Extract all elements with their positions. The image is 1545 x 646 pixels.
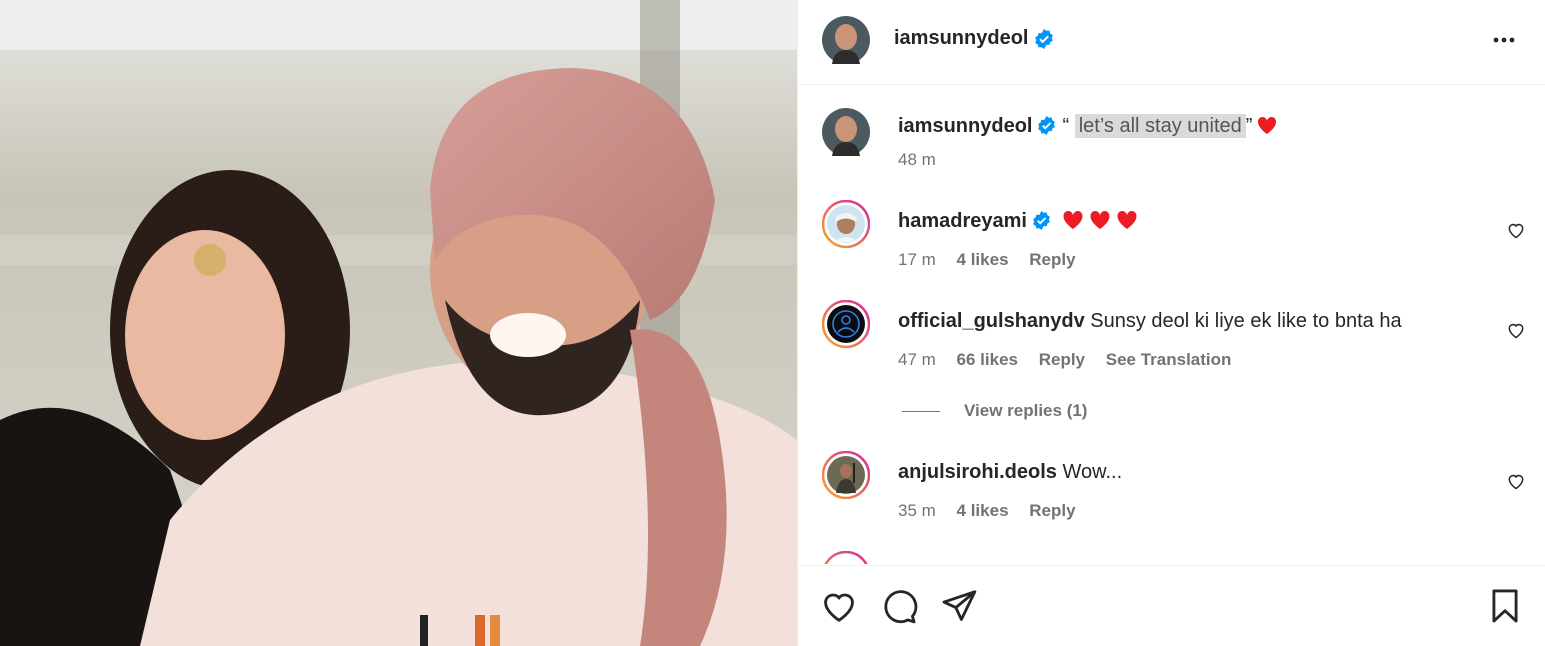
- caption-text: let’s all stay united: [1074, 114, 1246, 138]
- comment-username[interactable]: anjulsirohi.deols: [898, 461, 1057, 483]
- comment-time[interactable]: 17 m: [898, 250, 936, 269]
- heart-outline-icon[interactable]: [1506, 471, 1526, 491]
- view-replies-label: View replies (1): [964, 401, 1088, 420]
- caption-open-quote: “: [1062, 115, 1070, 137]
- comment-time[interactable]: 35 m: [898, 501, 936, 520]
- view-replies-button[interactable]: View replies (1): [902, 401, 1087, 421]
- caption-close-quote: ”: [1245, 115, 1253, 137]
- comment-text: Sunsy deol ki liye ek like to bnta ha: [1090, 310, 1402, 332]
- comment-username[interactable]: official_gulshanydv: [898, 310, 1085, 332]
- see-translation-button[interactable]: See Translation: [1106, 350, 1232, 369]
- red-heart-emoji-icon: [1117, 211, 1137, 229]
- replies-divider: [902, 411, 940, 413]
- post-header: iamsunnydeol: [798, 0, 1545, 85]
- author-avatar[interactable]: [822, 16, 870, 64]
- commenter-avatar[interactable]: [822, 300, 870, 348]
- comment-likes[interactable]: 66 likes: [957, 350, 1018, 369]
- author-username[interactable]: iamsunnydeol: [894, 27, 1028, 50]
- reply-button[interactable]: Reply: [1039, 350, 1085, 369]
- commenter-avatar[interactable]: [822, 551, 870, 564]
- post-image[interactable]: [0, 0, 797, 646]
- heart-outline-icon[interactable]: [820, 587, 858, 625]
- bookmark-icon[interactable]: [1486, 587, 1524, 625]
- comment-likes[interactable]: 4 likes: [957, 501, 1009, 520]
- commenter-avatar[interactable]: [822, 451, 870, 499]
- red-heart-emoji-icon: [1258, 116, 1277, 134]
- verified-badge-icon: [1038, 116, 1056, 135]
- reply-button[interactable]: Reply: [1029, 250, 1075, 269]
- commenter-avatar[interactable]: [822, 200, 870, 248]
- post-details-panel: iamsunnydeol iamsunnydeol “ let’s all st…: [797, 0, 1545, 646]
- caption-time[interactable]: 48 m: [898, 150, 936, 169]
- comment-time[interactable]: 47 m: [898, 350, 936, 369]
- red-heart-emoji-icon: [1063, 211, 1083, 229]
- verified-badge-icon: [1033, 211, 1050, 230]
- heart-outline-icon[interactable]: [1506, 220, 1526, 240]
- red-heart-emoji-icon: [1090, 211, 1110, 229]
- post-actions-bar: [798, 565, 1545, 646]
- heart-outline-icon[interactable]: [1506, 320, 1526, 340]
- comment-bubble-icon[interactable]: [880, 587, 918, 625]
- comment-text: Wow...: [1062, 461, 1123, 483]
- comment-likes[interactable]: 4 likes: [957, 250, 1009, 269]
- author-avatar[interactable]: [822, 108, 870, 156]
- verified-badge-icon: [1035, 29, 1053, 49]
- caption-username[interactable]: iamsunnydeol: [898, 115, 1032, 137]
- comment-username[interactable]: hamadreyami: [898, 210, 1027, 232]
- comments-list[interactable]: iamsunnydeol “ let’s all stay united” 48…: [798, 86, 1545, 564]
- paper-plane-icon[interactable]: [940, 587, 978, 625]
- reply-button[interactable]: Reply: [1029, 501, 1075, 520]
- more-options-icon[interactable]: [1490, 28, 1518, 52]
